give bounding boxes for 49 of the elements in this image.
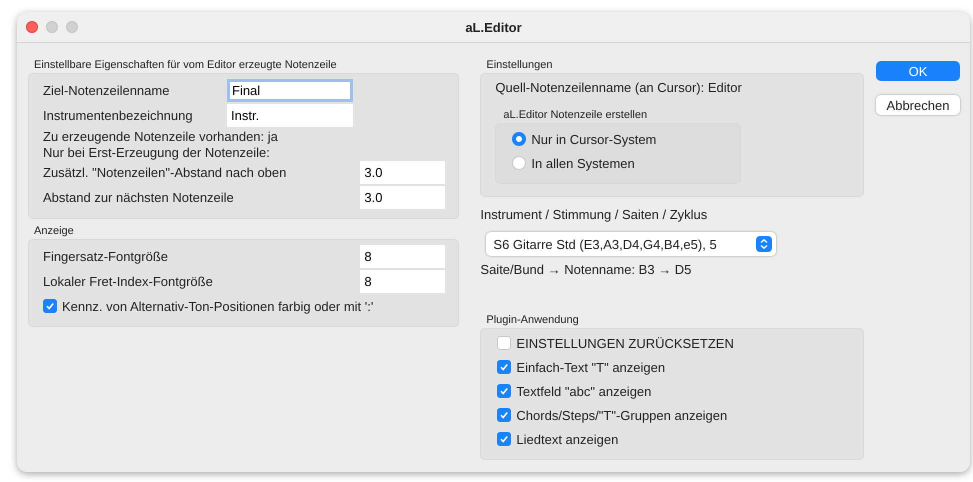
field-label: Zusätzl. "Notenzeilen"-Abstand nach oben [43, 165, 288, 180]
section-title: Anzeige [33, 225, 75, 237]
stepper-icon[interactable] [756, 236, 772, 252]
checkbox-label: Textfeld "abc" anzeigen [516, 384, 652, 398]
section-title: Plugin-Anwendung [485, 314, 580, 326]
checkmark-icon [499, 434, 510, 444]
checkbox[interactable] [497, 408, 512, 422]
input-field[interactable]: Final [227, 79, 353, 102]
checkbox-label: EINSTELLUNGEN ZURÜCKSETZEN [516, 336, 734, 350]
input-field[interactable]: Instr. [227, 104, 353, 127]
info-text: Saite/Bund → Notenname: B3 → D5 [480, 262, 692, 277]
info-text: Nur bei Erst-Erzeugung der Notenzeile: [43, 144, 270, 160]
checkbox-label: Liedtext anzeigen [516, 432, 618, 446]
checkmark-icon [45, 301, 55, 311]
field-label: Instrument / Stimmung / Saiten / Zyklus [480, 207, 708, 222]
dropdown[interactable]: S6 Gitarre Std (E3,A3,D4,G4,B4,e5), 5 [486, 232, 776, 256]
radio-button[interactable] [512, 156, 526, 170]
section-title: aL.Editor Notenzeile erstellen [502, 109, 648, 121]
input-field[interactable]: 8 [360, 245, 446, 268]
input-field[interactable]: 8 [360, 270, 446, 293]
info-text: Quell-Notenzeilenname (an Cursor): Editor [495, 80, 743, 95]
checkbox[interactable] [43, 299, 57, 313]
checkbox[interactable] [497, 432, 512, 446]
checkbox[interactable] [497, 384, 512, 398]
close-button[interactable] [26, 21, 38, 33]
input-field[interactable]: 3.0 [360, 186, 446, 209]
checkbox-label: Einfach-Text "T" anzeigen [516, 360, 666, 374]
field-label: Abstand zur nächsten Notenzeile [43, 190, 235, 205]
checkbox[interactable] [497, 360, 512, 374]
section-title: Einstellbare Eigenschaften für vom Editor erzeugte Notenzeile [33, 59, 338, 71]
window-title: aL.Editor [465, 20, 522, 34]
checkbox-label: Chords/Steps/"T"-Gruppen anzeigen [516, 408, 728, 422]
section-title: Einstellungen [485, 59, 554, 71]
dialog-button[interactable]: OK [876, 61, 960, 81]
field-label: Ziel-Notenzeilenname [43, 83, 170, 98]
input-field[interactable]: 3.0 [360, 161, 446, 184]
field-label: Lokaler Fret-Index-Fontgröße [43, 274, 214, 289]
checkmark-icon [499, 410, 510, 420]
checkbox-label: Kennz. von Alternativ-Ton-Positionen farbig oder mit ':' [62, 298, 374, 314]
radio-label: Nur in Cursor-System [531, 132, 656, 146]
checkmark-icon [499, 362, 510, 372]
field-label: Instrumentenbezeichnung [43, 108, 194, 123]
checkmark-icon [499, 386, 510, 396]
radio-label: In allen Systemen [531, 156, 635, 170]
radio-button[interactable] [512, 132, 526, 146]
field-label: Fingersatz-Fontgröße [43, 249, 169, 264]
checkbox[interactable] [497, 336, 512, 350]
info-text: Zu erzeugende Notenzeile vorhanden: ja [43, 128, 278, 144]
dialog-button[interactable]: Abbrechen [876, 95, 960, 115]
